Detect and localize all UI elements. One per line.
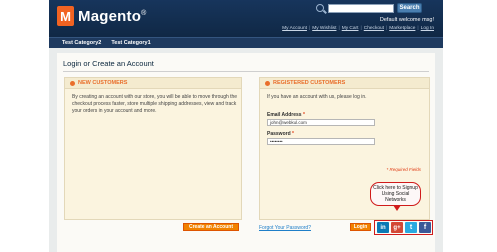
nav-item-test-category1[interactable]: Test Category1 (111, 38, 150, 48)
registered-customers-header: REGISTERED CUSTOMERS (260, 78, 429, 89)
link-separator: | (338, 26, 340, 31)
magento-logo-icon: M (57, 6, 74, 26)
link-separator: | (360, 26, 362, 31)
callout-bubble: Click here to Signup Using Social Networ… (370, 182, 421, 206)
social-login-group: in g+ t f (374, 220, 433, 235)
create-account-button[interactable]: Create an Account (183, 223, 239, 231)
forgot-password-link[interactable]: Forgot Your Password? (259, 225, 311, 231)
login-intro-text: If you have an account with us, please l… (267, 94, 367, 100)
category-nav: Test Category2 Test Category1 (49, 37, 443, 48)
link-marketplace[interactable]: Marketplace (389, 26, 415, 31)
title-divider (63, 71, 429, 72)
password-label: Password * (267, 131, 294, 137)
link-checkout[interactable]: Checkout (364, 26, 384, 31)
top-links: My Account | My Wishlist | My Cart | Che… (282, 26, 434, 31)
social-signup-callout: Click here to Signup Using Social Networ… (370, 182, 421, 211)
nav-item-test-category2[interactable]: Test Category2 (62, 38, 101, 48)
link-my-wishlist[interactable]: My Wishlist (312, 26, 336, 31)
email-field[interactable]: john@webkul.com (267, 119, 375, 126)
link-separator: | (417, 26, 419, 31)
registered-customers-title: REGISTERED CUSTOMERS (273, 80, 346, 86)
callout-tail (393, 205, 401, 211)
new-customers-text: By creating an account with our store, y… (72, 94, 238, 114)
search-icon (316, 4, 324, 12)
section-bullet-icon (265, 80, 270, 86)
new-customers-header: NEW CUSTOMERS (65, 78, 241, 89)
link-separator: | (386, 26, 388, 31)
email-label: Email Address * (267, 112, 305, 118)
link-log-in[interactable]: Log In (421, 26, 434, 31)
search-input[interactable] (328, 4, 394, 13)
section-bullet-icon (70, 80, 75, 86)
new-customers-title: NEW CUSTOMERS (78, 80, 128, 86)
logo-text: Magento® (78, 7, 147, 25)
site-header: M Magento® Search Default welcome msg! M… (49, 0, 443, 37)
search-button[interactable]: Search (397, 3, 422, 13)
twitter-icon[interactable]: t (405, 222, 417, 233)
facebook-icon[interactable]: f (419, 222, 431, 233)
main-content: Login or Create an Account NEW CUSTOMERS… (57, 53, 435, 252)
password-field[interactable]: •••••••• (267, 138, 375, 145)
page-wrapper: M Magento® Search Default welcome msg! M… (49, 0, 443, 252)
required-fields-note: * Required Fields (386, 167, 421, 172)
login-button[interactable]: Login (350, 223, 371, 231)
page-title: Login or Create an Account (63, 59, 154, 68)
welcome-message: Default welcome msg! (379, 17, 434, 23)
link-my-cart[interactable]: My Cart (342, 26, 359, 31)
linkedin-icon[interactable]: in (377, 222, 389, 233)
new-customers-panel: NEW CUSTOMERS By creating an account wit… (64, 77, 242, 220)
magento-logo[interactable]: M Magento® (57, 6, 146, 26)
link-separator: | (308, 26, 311, 31)
link-my-account[interactable]: My Account (282, 26, 307, 31)
google-plus-icon[interactable]: g+ (391, 222, 403, 233)
